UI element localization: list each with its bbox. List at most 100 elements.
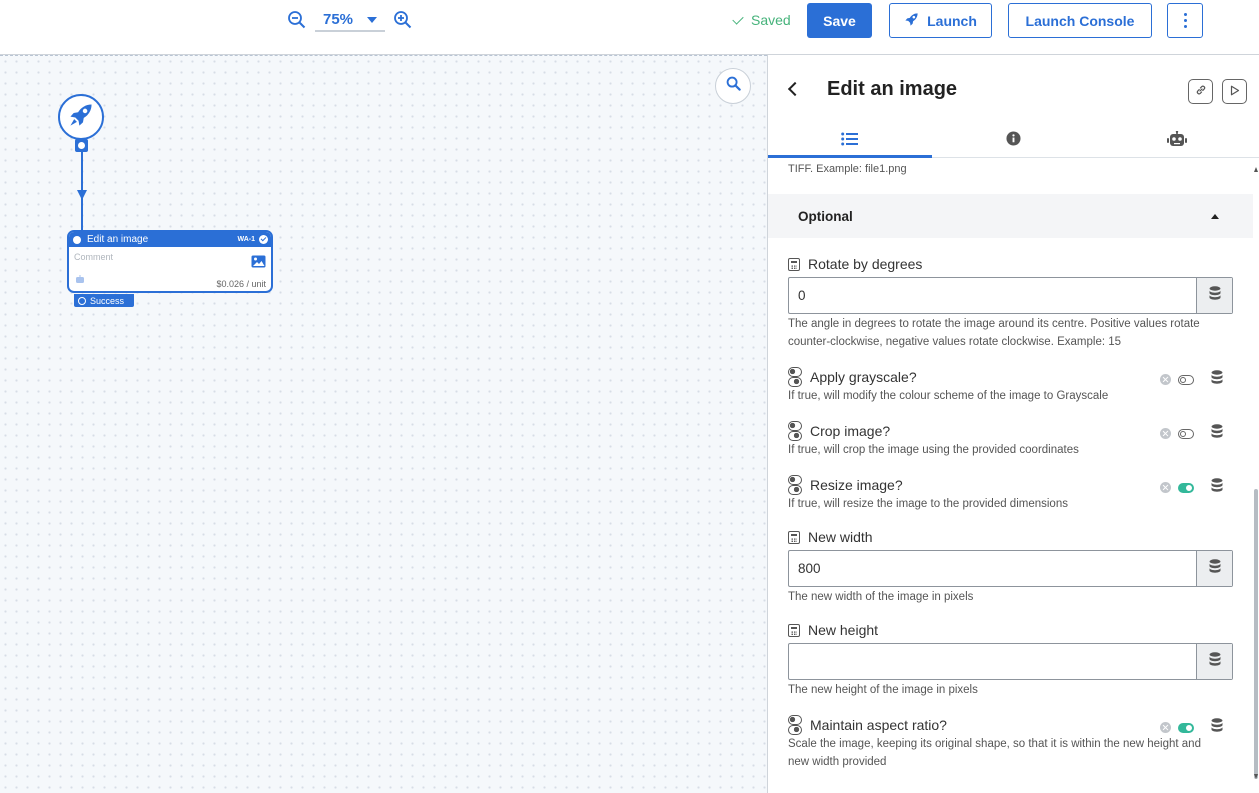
aspect-label-text: Maintain aspect ratio? (810, 717, 947, 733)
database-icon (1209, 559, 1221, 578)
chevron-down-icon (367, 17, 377, 23)
more-options-button[interactable] (1167, 3, 1203, 38)
copy-link-button[interactable] (1188, 79, 1213, 104)
zoom-level-value: 75% (323, 10, 354, 28)
grayscale-label: Apply grayscale? (788, 367, 917, 387)
launch-console-button[interactable]: Launch Console (1008, 3, 1152, 38)
grayscale-toggle[interactable] (1178, 374, 1194, 385)
database-icon (1209, 286, 1221, 305)
aspect-help: Scale the image, keeping its original sh… (788, 738, 1201, 768)
chevron-up-icon (1211, 213, 1219, 219)
zoom-out-icon[interactable] (287, 10, 307, 30)
task-node-comment[interactable]: Comment (74, 252, 113, 262)
clear-icon[interactable] (1160, 722, 1171, 733)
tab-parameters[interactable] (768, 125, 932, 158)
new-width-variable-button[interactable] (1196, 551, 1232, 586)
toggle-icon (788, 475, 802, 495)
rotate-field (788, 277, 1233, 314)
toggle-icon (788, 421, 802, 441)
new-height-label-text: New height (808, 622, 879, 638)
chevron-left-icon[interactable] (786, 82, 800, 96)
save-button[interactable]: Save (807, 3, 872, 38)
search-icon (726, 76, 741, 96)
link-icon (1195, 83, 1207, 101)
info-icon (1006, 131, 1021, 151)
task-node-edit-image[interactable]: Edit an image WA-1 Comment $0.026 / unit (67, 230, 273, 293)
task-node-header: Edit an image WA-1 (69, 232, 271, 247)
crop-label-text: Crop image? (810, 423, 891, 439)
task-node-port-dot[interactable] (73, 235, 81, 244)
workflow-canvas[interactable]: Edit an image WA-1 Comment $0.026 / unit… (0, 55, 767, 793)
new-height-input[interactable] (789, 644, 1196, 679)
robot-icon (1167, 130, 1188, 151)
optional-section-label: Optional (798, 208, 853, 224)
panel-tabs (768, 125, 1259, 158)
saved-status: Saved (732, 12, 791, 28)
canvas-search-button[interactable] (715, 68, 751, 104)
resize-label: Resize image? (788, 475, 903, 495)
launch-button[interactable]: Launch (889, 3, 992, 38)
task-settings-panel: Edit an image TIFF. Example: file1.png O… (767, 55, 1259, 793)
resize-toggle[interactable] (1178, 482, 1194, 493)
rotate-help: The angle in degrees to rotate the image… (788, 318, 1200, 348)
calculator-icon (788, 530, 800, 544)
database-icon[interactable] (1211, 718, 1223, 737)
new-height-variable-button[interactable] (1196, 644, 1232, 679)
rotate-input[interactable] (789, 278, 1196, 313)
zoom-level-select[interactable]: 75% (315, 8, 385, 32)
clear-icon[interactable] (1160, 482, 1171, 493)
aspect-label: Maintain aspect ratio? (788, 715, 947, 735)
calculator-icon (788, 257, 800, 271)
grayscale-label-text: Apply grayscale? (810, 369, 917, 385)
toggle-icon (788, 367, 802, 387)
scrollbar-thumb[interactable] (1254, 489, 1258, 779)
new-width-label: New width (788, 529, 873, 545)
new-width-field (788, 550, 1233, 587)
start-node[interactable] (58, 94, 104, 140)
image-icon (251, 255, 266, 273)
calculator-icon (788, 623, 800, 637)
play-icon (1230, 83, 1240, 101)
scrollbar[interactable] (1253, 159, 1259, 793)
status-label: Success (90, 295, 125, 306)
rocket-icon (68, 102, 94, 133)
field-help-text: TIFF. Example: file1.png (788, 163, 907, 175)
zoom-in-icon[interactable] (393, 10, 413, 30)
aspect-toggle[interactable] (1178, 722, 1194, 733)
panel-title: Edit an image (827, 78, 958, 100)
tab-info[interactable] (932, 125, 1096, 157)
new-height-label: New height (788, 622, 878, 638)
new-height-field (788, 643, 1233, 680)
scroll-up-arrow[interactable] (1254, 167, 1258, 172)
toggle-icon (788, 715, 802, 735)
task-node-id: WA-1 (237, 236, 256, 243)
new-height-help: The new height of the image in pixels (788, 684, 978, 696)
new-width-label-text: New width (808, 529, 873, 545)
check-icon (732, 12, 744, 25)
status-badge: Success (74, 294, 134, 307)
start-node-output-port[interactable] (75, 139, 88, 152)
saved-label: Saved (751, 12, 791, 28)
resize-label-text: Resize image? (810, 477, 903, 493)
resize-help: If true, will resize the image to the pr… (788, 498, 1068, 510)
rotate-variable-button[interactable] (1196, 278, 1232, 313)
new-width-help: The new width of the image in pixels (788, 591, 974, 603)
tab-automation[interactable] (1095, 125, 1259, 157)
rotate-label-text: Rotate by degrees (808, 256, 923, 272)
clear-icon[interactable] (1160, 374, 1171, 385)
test-run-button[interactable] (1222, 79, 1247, 104)
crop-toggle[interactable] (1178, 428, 1194, 439)
panel-scroll-area[interactable]: TIFF. Example: file1.png Optional Rotate… (768, 159, 1259, 793)
robot-icon (75, 270, 85, 288)
crop-label: Crop image? (788, 421, 890, 441)
rocket-icon (904, 12, 919, 30)
task-node-cost: $0.026 / unit (216, 279, 266, 289)
list-icon (841, 132, 859, 151)
connector-arrow (77, 190, 87, 200)
more-vertical-icon (1183, 13, 1187, 16)
optional-section-header[interactable]: Optional (768, 194, 1253, 238)
new-width-input[interactable] (789, 551, 1196, 586)
clear-icon[interactable] (1160, 428, 1171, 439)
check-circle-icon (259, 235, 268, 244)
scroll-down-arrow[interactable] (1254, 774, 1258, 779)
